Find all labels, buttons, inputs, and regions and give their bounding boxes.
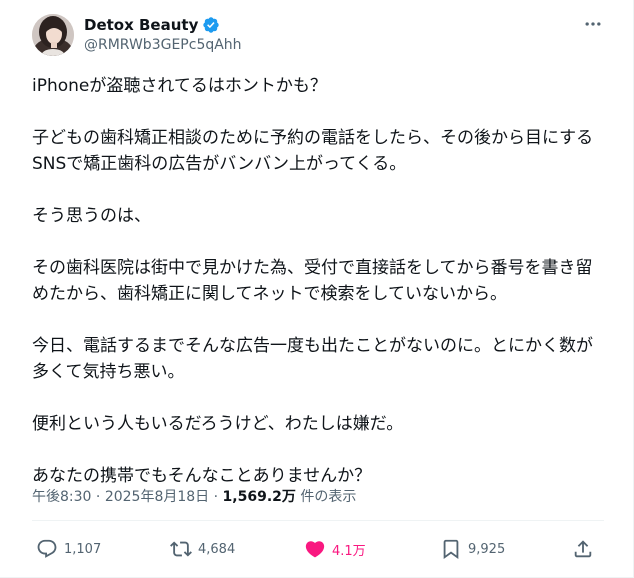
more-horizontal-icon — [585, 22, 601, 26]
tweet-line: 子どもの歯科矯正相談のために予約の電話をしたら、その後から目にする — [32, 128, 594, 148]
meta-separator: · — [213, 489, 219, 505]
retweet-count: 4,684 — [198, 541, 236, 557]
reply-icon — [37, 539, 57, 558]
avatar-image — [32, 14, 74, 56]
avatar[interactable] — [32, 14, 74, 56]
more-options-button[interactable] — [578, 12, 608, 36]
tweet-meta: 午後8:30 · 2025年8月18日 · 1,569.2万 件の表示 — [32, 487, 356, 507]
tweet-line: その歯科医院は街中で見かけた為、受付で直接話をしてから番号を書き留 — [32, 258, 593, 278]
tweet-line: あなたの携帯でもそんなことありませんか？ — [32, 466, 372, 486]
meta-separator: · — [95, 489, 101, 505]
tweet-card: Detox Beauty @RMRWb3GEPc5qAhh iPhoneが盗聴さ… — [0, 0, 634, 578]
views-count[interactable]: 1,569.2万 — [223, 489, 296, 505]
tweet-time[interactable]: 午後8:30 — [32, 489, 91, 505]
reply-button[interactable]: 1,107 — [36, 534, 101, 564]
bookmark-button[interactable]: 9,925 — [440, 534, 505, 564]
tweet-line: SNSで矯正歯科の広告がバンバン上がってくる。 — [32, 154, 407, 174]
share-button[interactable] — [572, 534, 594, 564]
like-count: 4.1万 — [332, 543, 366, 559]
tweet-line: めたから、歯科矯正に関してネットで検索をしていないから。 — [32, 284, 507, 304]
retweet-icon — [170, 541, 192, 557]
tweet-text: iPhoneが盗聴されてるはホントかも？ 子どもの歯科矯正相談のために予約の電話… — [32, 73, 604, 489]
like-button[interactable]: 4.1万 — [304, 534, 366, 564]
verified-badge-icon — [202, 16, 220, 34]
tweet-line: iPhoneが盗聴されてるはホントかも？ — [32, 76, 327, 96]
tweet-line: 便利という人もいるだろうけど、わたしは嫌だ。 — [32, 414, 404, 434]
tweet-date[interactable]: 2025年8月18日 — [105, 489, 209, 505]
tweet-line: そう思うのは、 — [32, 206, 151, 226]
author-handle[interactable]: @RMRWb3GEPc5qAhh — [84, 36, 242, 54]
heart-icon — [305, 541, 325, 558]
share-icon — [574, 540, 592, 558]
divider — [32, 520, 604, 521]
author-display-name[interactable]: Detox Beauty — [84, 15, 198, 35]
reply-count: 1,107 — [64, 541, 102, 557]
views-label: 件の表示 — [300, 489, 357, 505]
retweet-button[interactable]: 4,684 — [170, 534, 235, 564]
bookmark-count: 9,925 — [468, 541, 506, 557]
tweet-line: 今日、電話するまでそんな広告一度も出たことがないのに。とにかく数が — [32, 336, 593, 356]
action-bar: 1,107 4,684 4.1万 9,925 — [32, 534, 604, 564]
bookmark-icon — [443, 539, 459, 560]
author-name-row: Detox Beauty — [84, 15, 220, 35]
tweet-line: 多くて気持ち悪い。 — [32, 362, 185, 382]
